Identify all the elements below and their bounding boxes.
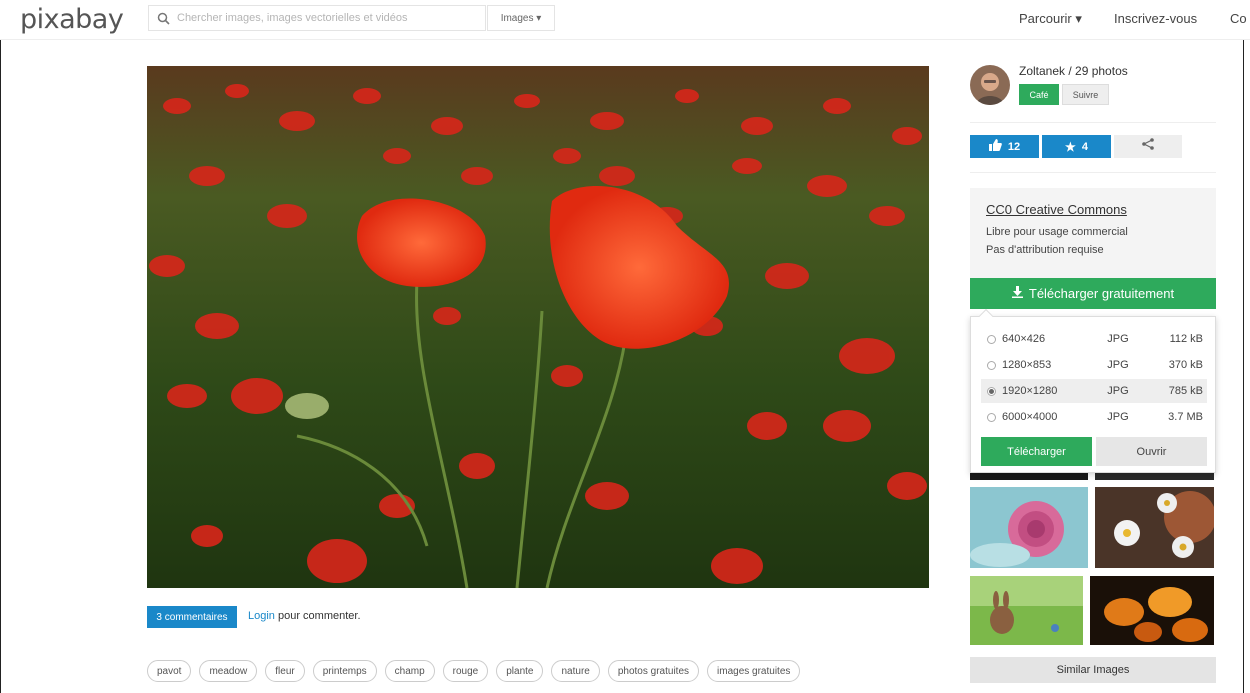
search-box[interactable] [148, 5, 486, 31]
option-format: JPG [1107, 411, 1129, 423]
open-button[interactable]: Ouvrir [1096, 437, 1207, 466]
license-attribution: Pas d'attribution requise [986, 244, 1104, 256]
option-dimensions: 640×426 [1002, 333, 1046, 345]
thumbnail-pink-rose[interactable] [970, 487, 1088, 568]
divider [970, 122, 1216, 123]
radio-button[interactable] [987, 334, 996, 344]
option-filesize: 112 kB [1169, 333, 1203, 345]
size-option-1280[interactable]: 1280×853 JPG 370 kB [981, 353, 1207, 377]
star-icon: ★ [1065, 139, 1076, 154]
radio-button-selected[interactable] [987, 386, 996, 396]
size-option-6000[interactable]: 6000×4000 JPG 3.7 MB [981, 405, 1207, 429]
favorite-count: 4 [1081, 140, 1088, 153]
license-commercial: Libre pour usage commercial [986, 226, 1128, 238]
download-arrow-icon [1011, 286, 1023, 301]
tag-item[interactable]: champ [384, 660, 435, 682]
nav-signup[interactable]: Inscrivez-vous [1114, 11, 1197, 26]
tag-item[interactable]: meadow [199, 660, 258, 682]
tag-item[interactable]: photos gratuites [607, 660, 700, 682]
nav-login-truncated[interactable]: Co [1230, 11, 1247, 26]
user-name-photo-count[interactable]: Zoltanek / 29 photos [1019, 64, 1128, 78]
like-count: 12 [1007, 140, 1021, 153]
tag-item[interactable]: pavot [147, 660, 192, 682]
tag-item[interactable]: rouge [442, 660, 489, 682]
option-filesize: 785 kB [1168, 385, 1203, 397]
follow-button[interactable]: Suivre [1062, 84, 1109, 105]
license-box: CC0 Creative Commons Libre pour usage co… [970, 188, 1216, 278]
popup-caret [978, 308, 994, 324]
option-format: JPG [1107, 333, 1129, 345]
search-icon[interactable] [149, 12, 177, 25]
option-filesize: 3.7 MB [1168, 411, 1203, 423]
tag-item[interactable]: images gratuites [707, 660, 801, 682]
license-title[interactable]: CC0 Creative Commons [986, 202, 1200, 217]
coffee-button[interactable]: Café [1019, 84, 1059, 105]
window-edge-right [1243, 0, 1244, 693]
size-option-640[interactable]: 640×426 JPG 112 kB [981, 327, 1207, 351]
free-download-label: Télécharger gratuitement [1028, 286, 1175, 301]
media-type-dropdown[interactable]: Images ▾ [487, 5, 555, 31]
tag-item[interactable]: plante [496, 660, 544, 682]
comment-prompt-suffix: pour commenter. [274, 610, 361, 622]
share-button[interactable] [1114, 135, 1182, 158]
comments-count-button[interactable]: 3 commentaires [147, 606, 237, 628]
option-format: JPG [1107, 385, 1129, 397]
download-button[interactable]: Télécharger [981, 437, 1092, 466]
login-link[interactable]: Login [248, 610, 275, 622]
radio-button[interactable] [987, 412, 996, 422]
option-dimensions: 1920×1280 [1002, 385, 1058, 397]
window-edge-left [0, 0, 1, 693]
top-navbar: pixabay Images ▾ Parcourir ▾ Inscrivez-v… [0, 0, 1250, 40]
comment-login-prompt: Login pour commenter. [248, 610, 361, 622]
nav-browse[interactable]: Parcourir ▾ [1019, 11, 1082, 27]
option-dimensions: 1280×853 [1002, 359, 1052, 371]
favorite-button[interactable]: ★ 4 [1042, 135, 1111, 158]
main-photo-poppy-field[interactable] [147, 66, 929, 588]
option-filesize: 370 kB [1168, 359, 1203, 371]
thumbnail-orange-leaves[interactable] [1090, 576, 1214, 645]
share-icon [1141, 137, 1155, 156]
size-option-1920[interactable]: 1920×1280 JPG 785 kB [981, 379, 1207, 403]
option-format: JPG [1107, 359, 1129, 371]
divider [970, 172, 1216, 173]
download-size-popup: 640×426 JPG 112 kB 1280×853 JPG 370 kB 1… [970, 308, 1216, 473]
search-input[interactable] [177, 12, 477, 24]
user-avatar[interactable] [970, 65, 1010, 105]
free-download-button[interactable]: Télécharger gratuitement [970, 278, 1216, 309]
pixabay-logo[interactable]: pixabay [20, 4, 124, 35]
thumbnail-daisies[interactable] [1095, 487, 1214, 568]
thumbnail-rabbit-grass[interactable] [970, 576, 1083, 645]
option-dimensions: 6000×4000 [1002, 411, 1058, 423]
similar-images-button[interactable]: Similar Images [970, 657, 1216, 683]
like-button[interactable]: 12 [970, 135, 1039, 158]
tag-item[interactable]: fleur [265, 660, 305, 682]
tag-list: pavot meadow fleur printemps champ rouge… [147, 660, 801, 682]
radio-button[interactable] [987, 360, 996, 370]
tag-item[interactable]: printemps [312, 660, 377, 682]
tag-item[interactable]: nature [551, 660, 600, 682]
thumbs-up-icon [988, 139, 1002, 154]
